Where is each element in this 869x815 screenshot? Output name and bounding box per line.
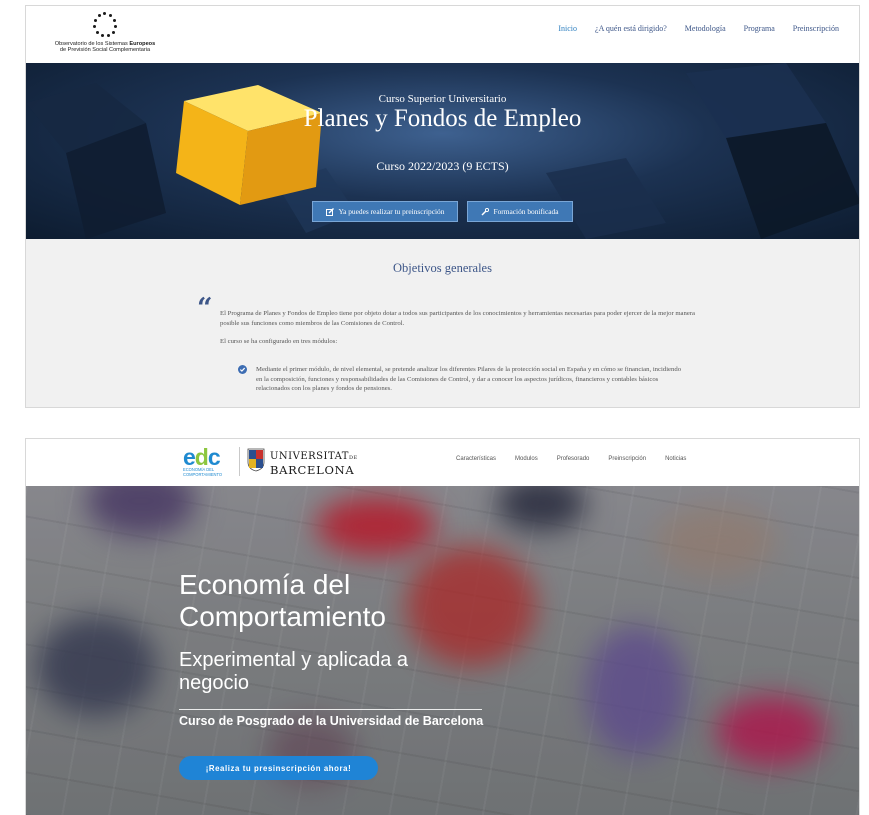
hero-subtitle: Experimental y aplicada a negocio: [179, 649, 409, 694]
hero-tagline: Curso de Posgrado de la Universidad de B…: [179, 714, 484, 728]
ub-line1-suffix: DE: [348, 455, 358, 461]
menu-item-programa[interactable]: Programa: [744, 24, 775, 33]
main-menu: Inicio ¿A quén está dirigido? Metodologí…: [558, 24, 839, 33]
formacion-bonificada-button[interactable]: Formación bonificada: [467, 201, 573, 222]
edc-logo-letters: edc: [183, 444, 221, 470]
module-list-item: Mediante el primer módulo, de nivel elem…: [256, 366, 682, 393]
hero-overline: Curso Superior Universitario: [378, 93, 507, 105]
screenshot-economia-comportamiento: edc ECONOMÍA DEL COMPORTAMIENTO UNIVERSI…: [25, 438, 860, 815]
modules-paragraph: El curso se ha configurado en tres módul…: [220, 338, 338, 345]
menu-item-a-quien[interactable]: ¿A quén está dirigido?: [595, 24, 667, 33]
ub-logo-text[interactable]: UNIVERSITATDE BARCELONA: [270, 451, 358, 476]
section-title: Objetivos generales: [393, 261, 492, 275]
logo-line2: de Previsión Social Complementaria: [59, 47, 151, 54]
screenshot-planes-fondos: Observatorio de los Sistemas Europeos de…: [25, 5, 860, 408]
hero-divider: [179, 709, 482, 710]
edc-logo-subtitle: ECONOMÍA DEL COMPORTAMIENTO: [183, 467, 223, 477]
hero-title: Planes y Fondos de Empleo: [303, 105, 582, 132]
quote-icon: “: [197, 293, 213, 324]
menu-item-modulos[interactable]: Modulos: [515, 456, 538, 462]
formacion-bonificada-label: Formación bonificada: [493, 207, 559, 216]
hero-course: Curso 2022/2023 (9 ECTS): [376, 159, 509, 173]
hero-banner: Economía del Comportamiento Experimental…: [26, 486, 859, 815]
menu-item-caracteristicas[interactable]: Características: [456, 456, 496, 462]
ub-shield-icon: [247, 448, 265, 472]
hero-banner: Curso Superior Universitario Planes y Fo…: [26, 63, 859, 239]
preinscripcion-cta-button[interactable]: ¡Realiza tu presinscripción ahora!: [179, 756, 378, 780]
wrench-icon: [481, 207, 490, 216]
ub-line2: BARCELONA: [270, 463, 355, 477]
logo-line1-pre: Observatorio de los Sistemas: [54, 41, 130, 47]
preinscripcion-button[interactable]: Ya puedes realizar tu preinscripción: [312, 201, 459, 222]
intro-paragraph: El Programa de Planes y Fondos de Empleo…: [220, 310, 696, 327]
check-circle-icon: [238, 365, 247, 374]
top-navbar: Observatorio de los Sistemas Europeos de…: [26, 6, 859, 63]
edit-icon: [326, 207, 335, 216]
edc-logo[interactable]: edc ECONOMÍA DEL COMPORTAMIENTO: [183, 445, 244, 480]
ub-line1: UNIVERSITAT: [270, 451, 349, 462]
menu-item-inicio[interactable]: Inicio: [558, 24, 577, 33]
preinscripcion-button-label: Ya puedes realizar tu preinscripción: [338, 207, 445, 216]
menu-item-preinscripcion[interactable]: Preinscripción: [793, 24, 839, 33]
hero-buttons: Ya puedes realizar tu preinscripción For…: [26, 201, 859, 222]
menu-item-preinscripcion[interactable]: Preinscripción: [608, 456, 646, 462]
logo-divider: [239, 447, 240, 476]
logo-line1-bold: Europeos: [129, 41, 156, 47]
main-menu: Características Modulos Profesorado Prei…: [456, 456, 686, 462]
hero-title: Economía del Comportamiento: [179, 569, 386, 632]
top-navbar: edc ECONOMÍA DEL COMPORTAMIENTO UNIVERSI…: [26, 439, 859, 486]
observatorio-logo[interactable]: Observatorio de los Sistemas Europeos de…: [40, 12, 170, 58]
menu-item-profesorado[interactable]: Profesorado: [557, 456, 590, 462]
objetivos-section: Objetivos generales “ El Programa de Pla…: [26, 239, 859, 407]
menu-item-metodologia[interactable]: Metodología: [685, 24, 726, 33]
eu-stars-icon: [92, 12, 118, 38]
logo-text: Observatorio de los Sistemas Europeos de…: [40, 41, 170, 54]
menu-item-noticias[interactable]: Noticias: [665, 456, 686, 462]
